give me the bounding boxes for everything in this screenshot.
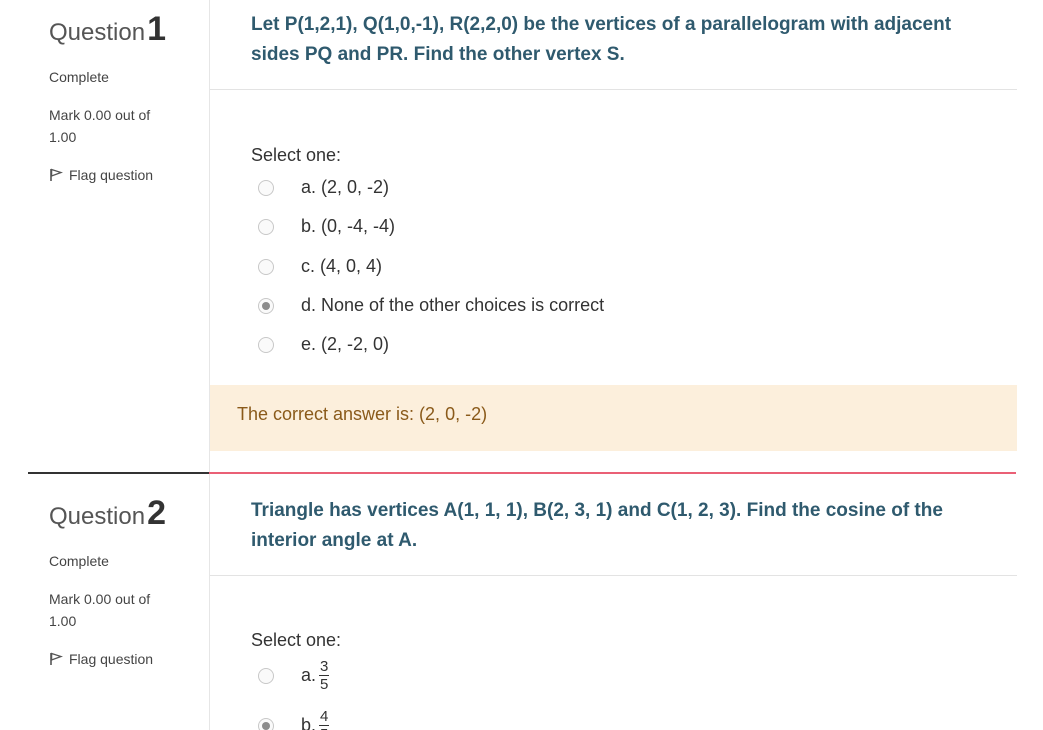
select-one-prompt: Select one: <box>251 145 342 165</box>
question-content: Let P(1,2,1), Q(1,0,-1), R(2,2,0) be the… <box>209 0 1017 472</box>
question-text: Triangle has vertices A(1, 1, 1), B(2, 3… <box>251 500 943 551</box>
fraction-denominator: 5 <box>320 676 329 693</box>
answer-label: c. (4, 0, 4) <box>301 256 383 276</box>
question-grade: Mark 0.00 out of 1.00 <box>49 591 151 629</box>
radio-button-selected[interactable] <box>258 717 274 730</box>
answer-label: d. None of the other choices is correct <box>301 295 605 315</box>
question-number: Question1 <box>49 12 199 46</box>
question-number-value: 1 <box>147 10 166 48</box>
question-divider <box>210 89 1017 90</box>
question-content: Triangle has vertices A(1, 1, 1), B(2, 3… <box>209 474 1017 730</box>
radio-button[interactable] <box>258 667 274 684</box>
flag-icon <box>50 652 63 665</box>
question-number-value: 2 <box>147 494 166 532</box>
question-state: Complete <box>49 553 109 569</box>
feedback-text: The correct answer is: (2, 0, -2) <box>237 404 488 424</box>
select-one-prompt: Select one: <box>251 630 342 650</box>
question-grade: Mark 0.00 out of 1.00 <box>49 107 151 145</box>
answer-option-c[interactable]: c. (4, 0, 4) <box>258 256 382 277</box>
question-info: Question2 Complete Mark 0.00 out of 1.00… <box>49 496 199 667</box>
flag-question-label: Flag question <box>69 167 154 183</box>
flag-question-link[interactable]: Flag question <box>49 651 199 667</box>
question-separator <box>28 472 209 474</box>
question-text: Let P(1,2,1), Q(1,0,-1), R(2,2,0) be the… <box>251 14 952 65</box>
answer-option-e[interactable]: e. (2, -2, 0) <box>258 334 389 355</box>
flag-icon <box>50 168 63 181</box>
answer-fraction: 3 5 <box>319 658 330 693</box>
answer-label: a. (2, 0, -2) <box>301 177 390 197</box>
answer-option-a[interactable]: a. (2, 0, -2) <box>258 177 389 198</box>
question-number: Question2 <box>49 496 199 530</box>
question-state: Complete <box>49 69 109 85</box>
answer-fraction: 4 5 <box>319 708 330 730</box>
answer-label: e. (2, -2, 0) <box>301 334 390 354</box>
radio-button-selected[interactable] <box>258 297 274 314</box>
question-1: Question1 Complete Mark 0.00 out of 1.00… <box>0 0 1043 472</box>
question-2: Question2 Complete Mark 0.00 out of 1.00… <box>0 472 1043 730</box>
question-info: Question1 Complete Mark 0.00 out of 1.00… <box>49 12 199 183</box>
flag-question-link[interactable]: Flag question <box>49 167 199 183</box>
question-divider <box>210 575 1017 576</box>
correct-answer-feedback: The correct answer is: (2, 0, -2) <box>210 385 1017 451</box>
answer-option-d[interactable]: d. None of the other choices is correct <box>258 295 604 316</box>
quiz-review-page: Question1 Complete Mark 0.00 out of 1.00… <box>0 0 1043 730</box>
question-label: Question <box>49 19 146 46</box>
question-label: Question <box>49 503 146 530</box>
answer-option-b[interactable]: b. (0, -4, -4) <box>258 216 395 237</box>
radio-button[interactable] <box>258 179 274 196</box>
radio-button[interactable] <box>258 336 274 353</box>
fraction-denominator: 5 <box>320 726 328 730</box>
radio-button[interactable] <box>258 258 274 275</box>
answer-option-b[interactable]: b. 4 5 <box>258 708 330 730</box>
answer-letter: a. <box>301 665 317 685</box>
fraction-numerator: 3 <box>319 658 330 676</box>
answer-label: b. (0, -4, -4) <box>301 216 396 236</box>
flag-question-label: Flag question <box>69 651 154 667</box>
radio-button[interactable] <box>258 218 274 235</box>
fraction-numerator: 4 <box>319 708 330 726</box>
answer-letter: b. <box>301 715 317 730</box>
answer-option-a[interactable]: a. 3 5 <box>258 658 330 693</box>
